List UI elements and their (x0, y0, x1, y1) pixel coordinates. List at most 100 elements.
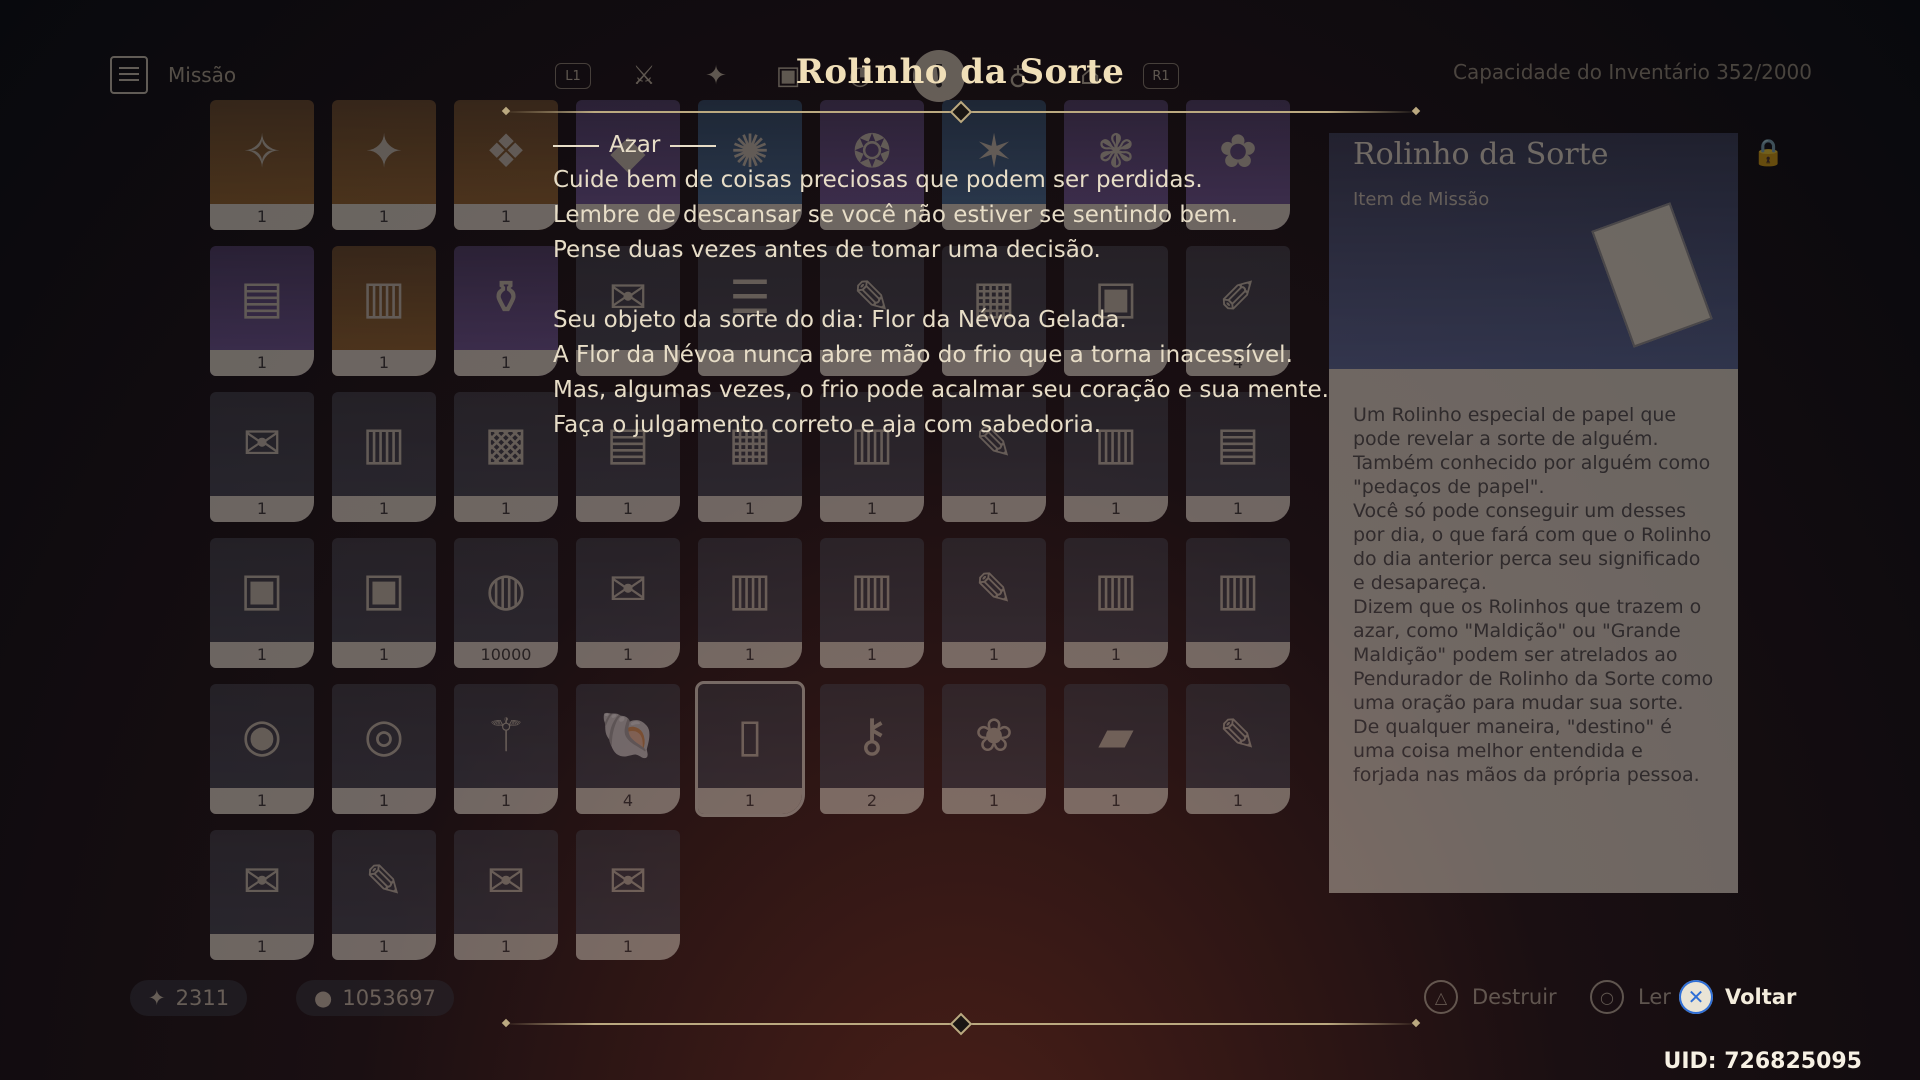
inventory-slot[interactable]: ⚷ 2 (820, 684, 924, 814)
top-ornament-divider (501, 100, 1421, 124)
item-quantity: 1 (820, 642, 924, 668)
inventory-slot[interactable]: ✉ 1 (210, 392, 314, 522)
item-icon: ✎ (974, 562, 1014, 616)
item-icon: ▤ (240, 270, 284, 324)
bottom-ornament-divider (501, 1012, 1421, 1036)
inventory-slot[interactable]: ▣ 1 (210, 538, 314, 668)
fortune-text-block: Azar Cuide bem de coisas preciosas que p… (553, 128, 1329, 443)
item-quantity: 1 (576, 496, 680, 522)
item-icon: ✉ (486, 854, 526, 908)
item-quantity: 1 (942, 788, 1046, 814)
item-icon: ▣ (362, 562, 406, 616)
inventory-slot[interactable]: ◎ 1 (332, 684, 436, 814)
reading-title: Rolinho da Sorte (795, 52, 1125, 92)
inventory-slot[interactable]: ✎ 1 (1186, 684, 1290, 814)
inventory-slot[interactable]: ◉ 1 (210, 684, 314, 814)
item-icon: ⚚ (485, 708, 527, 762)
inventory-slot[interactable]: ▥ 1 (332, 246, 436, 376)
inventory-slot[interactable]: ▥ 1 (698, 538, 802, 668)
item-detail-header: Rolinho da Sorte Item de Missão (1329, 133, 1738, 369)
inventory-slot[interactable]: ✉ 1 (576, 830, 680, 960)
item-icon: ◎ (363, 708, 405, 762)
fortune-line: Faça o julgamento correto e aja com sabe… (553, 412, 1102, 438)
item-quantity: 1 (332, 788, 436, 814)
read-action[interactable]: ○ Ler (1590, 980, 1671, 1014)
item-quantity: 1 (210, 934, 314, 960)
destroy-action[interactable]: △ Destruir (1424, 980, 1557, 1014)
item-quantity: 1 (210, 204, 314, 230)
inventory-slot[interactable]: ⚱ 1 (454, 246, 558, 376)
inventory-slot[interactable]: ✉ 1 (454, 830, 558, 960)
inventory-slot[interactable]: ▥ 1 (820, 538, 924, 668)
item-icon: ✎ (364, 854, 404, 908)
inventory-slot[interactable]: ❀ 1 (942, 684, 1046, 814)
circle-button-icon: ○ (1590, 980, 1624, 1014)
lock-icon[interactable]: 🔒 (1752, 138, 1784, 168)
item-icon: ✦ (364, 124, 404, 178)
fortune-paragraph-2: Seu objeto da sorte do dia: Flor da Névo… (553, 303, 1329, 443)
inventory-slot[interactable]: ✉ 1 (576, 538, 680, 668)
inventory-slot[interactable]: ▥ 1 (332, 392, 436, 522)
inventory-slot[interactable]: ⚚ 1 (454, 684, 558, 814)
inventory-slot[interactable]: ▰ 1 (1064, 684, 1168, 814)
inventory-slot[interactable]: ▤ 1 (210, 246, 314, 376)
item-quantity: 1 (942, 496, 1046, 522)
item-icon: ✎ (1218, 708, 1258, 762)
fortune-slip-image (1591, 202, 1713, 348)
item-icon: ✉ (242, 416, 282, 470)
item-quantity: 1 (454, 934, 558, 960)
inventory-slot[interactable]: ◍ 10000 (454, 538, 558, 668)
item-icon: ▥ (728, 562, 772, 616)
inventory-slot[interactable]: ❖ 1 (454, 100, 558, 230)
inventory-slot[interactable]: ▩ 1 (454, 392, 558, 522)
item-quantity: 1 (454, 350, 558, 376)
item-icon: ✉ (608, 854, 648, 908)
primogem-counter: ✦ 2311 (130, 980, 248, 1016)
fortune-heading: Azar (553, 128, 1329, 163)
item-quantity: 1 (698, 788, 802, 814)
item-quantity: 1 (698, 642, 802, 668)
item-icon: ▥ (850, 562, 894, 616)
item-quantity: 1 (1186, 642, 1290, 668)
item-quantity: 1 (576, 642, 680, 668)
inventory-slot[interactable]: ✎ 1 (942, 538, 1046, 668)
item-icon: ◍ (485, 562, 527, 616)
item-quantity: 1 (454, 496, 558, 522)
inventory-slot[interactable]: ✎ 1 (332, 830, 436, 960)
item-quantity: 1 (210, 788, 314, 814)
inventory-slot[interactable]: ✧ 1 (210, 100, 314, 230)
inventory-slot[interactable]: 🐚 4 (576, 684, 680, 814)
fortune-line: Mas, algumas vezes, o frio pode acalmar … (553, 377, 1329, 403)
primogem-amount: 2311 (175, 986, 230, 1010)
inventory-slot[interactable]: ✉ 1 (210, 830, 314, 960)
back-button[interactable]: ✕ Voltar (1679, 980, 1796, 1014)
item-quantity: 2 (820, 788, 924, 814)
item-quantity: 1 (332, 642, 436, 668)
item-quantity: 1 (332, 496, 436, 522)
item-icon: ❖ (485, 124, 527, 178)
inventory-slot[interactable]: ▯ 1 (695, 681, 805, 817)
fortune-line: Lembre de descansar se você não estiver … (553, 202, 1238, 228)
item-icon: ✉ (608, 562, 648, 616)
item-quantity: 1 (332, 350, 436, 376)
fortune-result: Azar (609, 132, 661, 158)
item-quantity: 1 (210, 350, 314, 376)
fortune-line: Pense duas vezes antes de tomar uma deci… (553, 237, 1101, 263)
primogem-icon: ✦ (148, 986, 166, 1010)
item-quantity: 4 (576, 788, 680, 814)
item-quantity: 1 (820, 496, 924, 522)
item-icon: ❀ (974, 708, 1014, 762)
item-quantity: 1 (332, 204, 436, 230)
fortune-line: Cuide bem de coisas preciosas que podem … (553, 167, 1203, 193)
item-icon: 🐚 (599, 707, 657, 762)
item-quantity: 1 (210, 642, 314, 668)
item-icon: ▩ (484, 416, 528, 470)
item-icon: ◉ (241, 708, 283, 762)
inventory-slot[interactable]: ✦ 1 (332, 100, 436, 230)
item-icon: ▥ (1216, 562, 1260, 616)
inventory-slot[interactable]: ▥ 1 (1064, 538, 1168, 668)
item-quantity: 1 (1064, 642, 1168, 668)
item-icon: ▥ (1094, 562, 1138, 616)
inventory-slot[interactable]: ▣ 1 (332, 538, 436, 668)
inventory-slot[interactable]: ▥ 1 (1186, 538, 1290, 668)
